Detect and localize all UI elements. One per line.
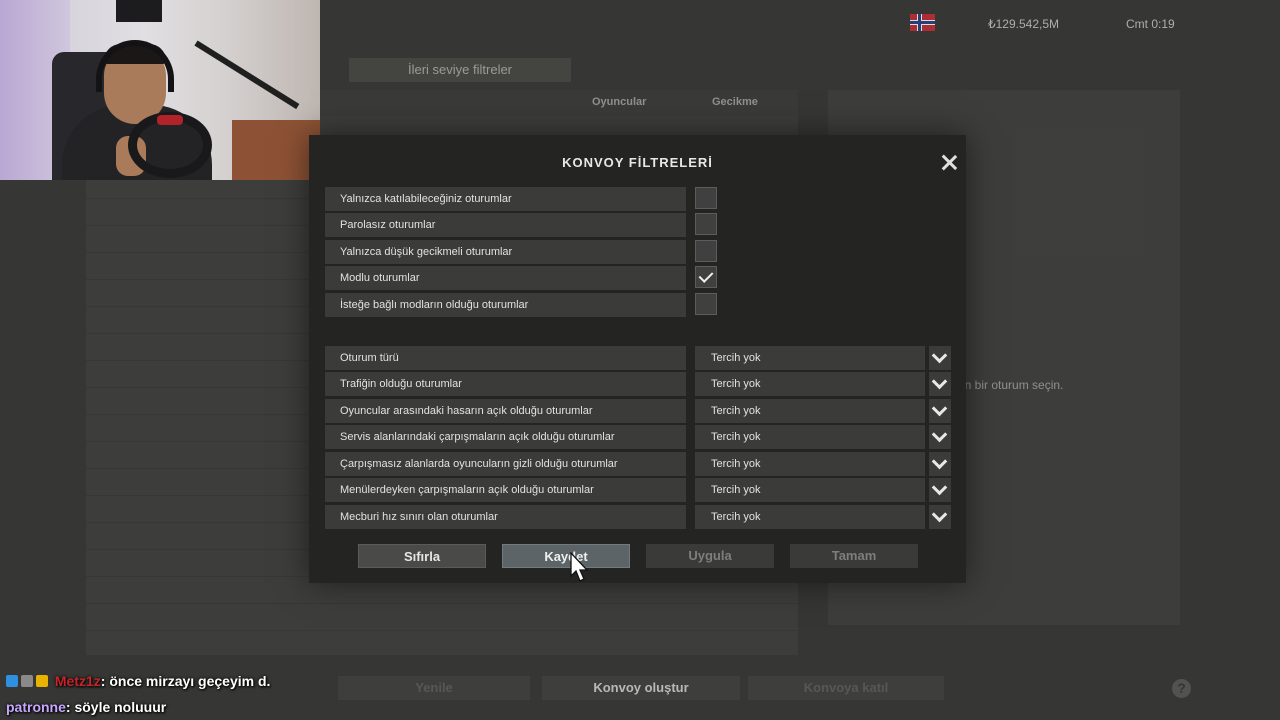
chat-message: patronne: söyle noluuur [6, 699, 166, 715]
select-label: Servis alanlarındaki çarpışmaların açık … [325, 425, 686, 449]
crown-icon [36, 675, 48, 687]
filter-checkbox-row[interactable]: İsteğe bağlı modların olduğu oturumlar [325, 293, 718, 317]
filter-checkbox-row[interactable]: Modlu oturumlar [325, 266, 718, 290]
chevron-down-icon[interactable] [929, 505, 951, 529]
chevron-down-icon[interactable] [929, 452, 951, 476]
select-value[interactable]: Tercih yok [695, 505, 925, 529]
select-value[interactable]: Tercih yok [695, 452, 925, 476]
badge-icon [21, 675, 33, 687]
filter-checkbox-row[interactable]: Yalnızca düşük gecikmeli oturumlar [325, 240, 718, 264]
mouse-cursor-icon [570, 552, 589, 582]
checkbox-label: İsteğe bağlı modların olduğu oturumlar [325, 293, 686, 317]
dialog-title: KONVOY FİLTRELERİ [562, 155, 713, 170]
filter-select-row: Oyuncular arasındaki hasarın açık olduğu… [325, 399, 952, 423]
chevron-down-icon[interactable] [929, 478, 951, 502]
checkbox-label: Modlu oturumlar [325, 266, 686, 290]
select-label: Oyuncular arasındaki hasarın açık olduğu… [325, 399, 686, 423]
close-icon[interactable] [941, 154, 957, 170]
chevron-down-icon[interactable] [929, 399, 951, 423]
chat-username: Metz1z [54, 673, 101, 689]
checkbox-label: Yalnızca düşük gecikmeli oturumlar [325, 240, 686, 264]
chevron-down-icon[interactable] [929, 372, 951, 396]
checkbox-checked[interactable] [695, 266, 717, 288]
checkbox[interactable] [695, 240, 717, 262]
select-value[interactable]: Tercih yok [695, 478, 925, 502]
checkbox-label: Parolasız oturumlar [325, 213, 686, 237]
filter-select-row: Menülerdeyken çarpışmaların açık olduğu … [325, 478, 952, 502]
select-label: Menülerdeyken çarpışmaların açık olduğu … [325, 478, 686, 502]
filter-select-row: Trafiğin olduğu oturumlar Tercih yok [325, 372, 952, 396]
chevron-down-icon[interactable] [929, 346, 951, 370]
checkbox[interactable] [695, 187, 717, 209]
select-value[interactable]: Tercih yok [695, 346, 925, 370]
select-label: Trafiğin olduğu oturumlar [325, 372, 686, 396]
checkbox-label: Yalnızca katılabileceğiniz oturumlar [325, 187, 686, 211]
select-label: Oturum türü [325, 346, 686, 370]
ok-button[interactable]: Tamam [790, 544, 918, 568]
filter-checkbox-row[interactable]: Yalnızca katılabileceğiniz oturumlar [325, 187, 718, 211]
filter-select-row: Mecburi hız sınırı olan oturumlar Tercih… [325, 505, 952, 529]
select-value[interactable]: Tercih yok [695, 372, 925, 396]
select-label: Çarpışmasız alanlarda oyuncuların gizli … [325, 452, 686, 476]
filter-checkbox-row[interactable]: Parolasız oturumlar [325, 213, 718, 237]
select-label: Mecburi hız sınırı olan oturumlar [325, 505, 686, 529]
convoy-filters-dialog: KONVOY FİLTRELERİ Yalnızca katılabileceğ… [309, 135, 966, 583]
filter-select-row: Servis alanlarındaki çarpışmaların açık … [325, 425, 952, 449]
save-button[interactable]: Kaydet [502, 544, 630, 568]
reset-button[interactable]: Sıfırla [358, 544, 486, 568]
chat-text: : önce mirzayı geçeyim d. [100, 673, 271, 689]
chat-text: : söyle noluuur [65, 699, 167, 715]
filter-select-row: Oturum türü Tercih yok [325, 346, 952, 370]
apply-button[interactable]: Uygula [646, 544, 774, 568]
select-value[interactable]: Tercih yok [695, 425, 925, 449]
badge-icon [6, 675, 18, 687]
checkbox[interactable] [695, 213, 717, 235]
chevron-down-icon[interactable] [929, 425, 951, 449]
chat-username: patronne [6, 699, 66, 715]
filter-select-row: Çarpışmasız alanlarda oyuncuların gizli … [325, 452, 952, 476]
select-value[interactable]: Tercih yok [695, 399, 925, 423]
chat-message: Metz1z: önce mirzayı geçeyim d. [6, 673, 270, 689]
checkbox[interactable] [695, 293, 717, 315]
